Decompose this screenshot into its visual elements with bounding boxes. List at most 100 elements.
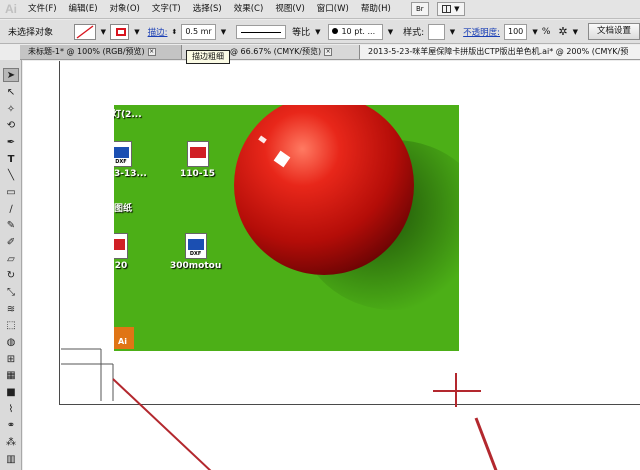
ai-file-icon: Ai [114, 327, 134, 349]
menu-object[interactable]: 对象(O) [104, 0, 146, 18]
eyedropper-tool-icon[interactable]: ⌇ [3, 402, 19, 416]
menu-help[interactable]: 帮助(H) [355, 0, 397, 18]
mesh-tool-icon[interactable]: ▦ [3, 368, 19, 382]
selection-tool-icon[interactable]: ➤ [3, 68, 19, 82]
desktop-icon-110-15: 110-15 [180, 141, 215, 179]
stroke-label[interactable]: 描边: [148, 26, 168, 38]
desktop-icon-label: 300motou [170, 261, 222, 271]
rotate-tool-icon[interactable]: ↻ [3, 268, 19, 282]
document-setup-button[interactable]: 文档设置 [587, 23, 640, 40]
line-segment-tool-icon[interactable]: ╲ [3, 168, 19, 182]
desktop-icon-20: 20 [114, 233, 128, 271]
free-transform-tool-icon[interactable]: ⬚ [3, 318, 19, 332]
profile-dropdown-icon[interactable]: ▼ [315, 28, 320, 36]
pdf-file-icon [114, 233, 128, 259]
profile-label: 等比 [292, 28, 311, 38]
menu-view[interactable]: 视图(V) [269, 0, 310, 18]
stroke-swatch[interactable] [110, 23, 130, 40]
brush-definition-field[interactable]: 10 pt. ... [328, 23, 383, 40]
menu-edit[interactable]: 编辑(E) [63, 0, 104, 18]
document-canvas[interactable]: 灯(2... DXF 3-13... 110-15 图纸 20 DXF 300m… [23, 61, 640, 470]
eraser-tool-icon[interactable]: ▱ [3, 252, 19, 266]
app-logo: Ai [5, 2, 17, 16]
placed-image[interactable]: 灯(2... DXF 3-13... 110-15 图纸 20 DXF 300m… [114, 105, 459, 351]
desktop-icon-label: 20 [114, 261, 128, 271]
recolor-dropdown-icon[interactable]: ▼ [573, 28, 578, 36]
style-label: 样式: [403, 28, 425, 38]
shape-builder-tool-icon[interactable]: ◍ [3, 335, 19, 349]
magic-wand-tool-icon[interactable]: ✧ [3, 102, 19, 116]
rectangle-tool-icon[interactable]: ▭ [3, 185, 19, 199]
width-tool-icon[interactable]: ≋ [3, 302, 19, 316]
desktop-icon-dxf-1: DXF 3-13... [114, 141, 147, 179]
blend-tool-icon[interactable]: ⚭ [3, 418, 19, 432]
recolor-artwork-icon[interactable]: ✲ [558, 25, 567, 38]
paintbrush-tool-icon[interactable]: ∕ [3, 202, 19, 216]
desktop-icon-drawing: 图纸 [114, 201, 132, 214]
desktop-icon-300motou: DXF 300motou [170, 233, 221, 271]
bridge-button[interactable]: Br [410, 2, 429, 16]
dxf-file-icon: DXF [184, 233, 207, 259]
diagonal-line-right[interactable] [474, 417, 498, 470]
opacity-label[interactable]: 不透明度: [463, 26, 500, 38]
desktop-icon-label: 3-13... [114, 169, 147, 179]
ball-highlight-2 [258, 135, 267, 144]
tools-panel: ➤ ↖ ✧ ⟲ ✒ T ╲ ▭ ∕ ✎ ✐ ▱ ↻ ⤡ ≋ ⬚ ◍ ⊞ ▦ ■ … [0, 60, 22, 470]
tab-ctp-plate[interactable]: 2013-5-23-咪羊屋保障卡拼版出CTP版出单色机.ai* @ 200% (… [360, 45, 640, 59]
no-fill-icon [76, 24, 94, 39]
brush-label: 10 pt. ... [341, 26, 376, 36]
blob-brush-tool-icon[interactable]: ✐ [3, 235, 19, 249]
stroke-weight-field[interactable]: 0.5 mr [181, 23, 216, 40]
opacity-dropdown-icon[interactable]: ▼ [532, 28, 537, 36]
fill-swatch[interactable] [73, 23, 96, 40]
lasso-tool-icon[interactable]: ⟲ [3, 118, 19, 132]
pdf-file-icon [186, 141, 209, 167]
ball-highlight [273, 150, 291, 168]
graphic-style-swatch[interactable] [428, 23, 445, 40]
close-icon[interactable]: × [324, 47, 333, 56]
column-graph-tool-icon[interactable]: ▥ [3, 452, 19, 466]
menu-select[interactable]: 选择(S) [187, 0, 228, 18]
stroke-weight-stepper-icon[interactable]: ⬍ [171, 28, 177, 36]
pencil-tool-icon[interactable]: ✎ [3, 218, 19, 232]
stroke-weight-dropdown-icon[interactable]: ▼ [221, 28, 226, 36]
desktop-icon-label: 图纸 [114, 204, 133, 214]
opacity-unit: % [541, 26, 551, 37]
ai-file-badge: Ai [114, 327, 134, 349]
menu-type[interactable]: 文字(T) [146, 0, 187, 18]
stroke-color-icon [116, 27, 127, 36]
tab-label: 未标题-1* @ 100% (RGB/预览) [28, 47, 145, 56]
arrange-documents-button[interactable]: ▼ [436, 2, 465, 16]
close-icon[interactable]: × [147, 47, 156, 56]
dxf-file-icon: DXF [114, 141, 132, 167]
selection-status: 未选择对象 [8, 28, 54, 38]
stroke-weight-tooltip: 描边粗细 [186, 50, 230, 64]
menu-window[interactable]: 窗口(W) [311, 0, 355, 18]
control-bar: 未选择对象 ▼ ▼ 描边: ⬍ 0.5 mr ▼ 等比 ▼ 10 pt. ...… [0, 20, 640, 44]
document-tab-bar: 未标题-1* @ 100% (RGB/预览) × @ 66.67% (CMYK/预… [20, 45, 640, 60]
brush-dropdown-icon[interactable]: ▼ [388, 28, 393, 36]
direct-selection-tool-icon[interactable]: ↖ [3, 85, 19, 99]
variable-width-profile[interactable] [236, 24, 287, 39]
stroke-dropdown-icon[interactable]: ▼ [134, 28, 139, 36]
gradient-tool-icon[interactable]: ■ [3, 385, 19, 399]
scale-tool-icon[interactable]: ⤡ [3, 285, 19, 299]
tab-untitled-1[interactable]: 未标题-1* @ 100% (RGB/预览) × [20, 45, 182, 59]
chevron-down-icon: ▼ [454, 5, 460, 13]
menu-bar: Ai 文件(F) 编辑(E) 对象(O) 文字(T) 选择(S) 效果(C) 视… [0, 0, 640, 19]
style-dropdown-icon[interactable]: ▼ [450, 28, 455, 36]
desktop-icon-label: 灯(2... [114, 110, 142, 120]
opacity-field[interactable]: 100 [504, 23, 528, 40]
desktop-icon-label: 110-15 [180, 169, 216, 179]
brush-dot-icon [332, 28, 339, 34]
tab-label: @ 66.67% (CMYK/预览) [230, 47, 322, 56]
perspective-grid-tool-icon[interactable]: ⊞ [3, 352, 19, 366]
pen-tool-icon[interactable]: ✒ [3, 135, 19, 149]
menu-file[interactable]: 文件(F) [22, 0, 63, 18]
menu-effect[interactable]: 效果(C) [228, 0, 270, 18]
symbol-sprayer-tool-icon[interactable]: ⁂ [3, 435, 19, 449]
grid-icon [442, 5, 452, 13]
tab-label: 2013-5-23-咪羊屋保障卡拼版出CTP版出单色机.ai* @ 200% (… [368, 47, 629, 56]
type-tool-icon[interactable]: T [3, 152, 19, 166]
fill-dropdown-icon[interactable]: ▼ [101, 28, 106, 36]
